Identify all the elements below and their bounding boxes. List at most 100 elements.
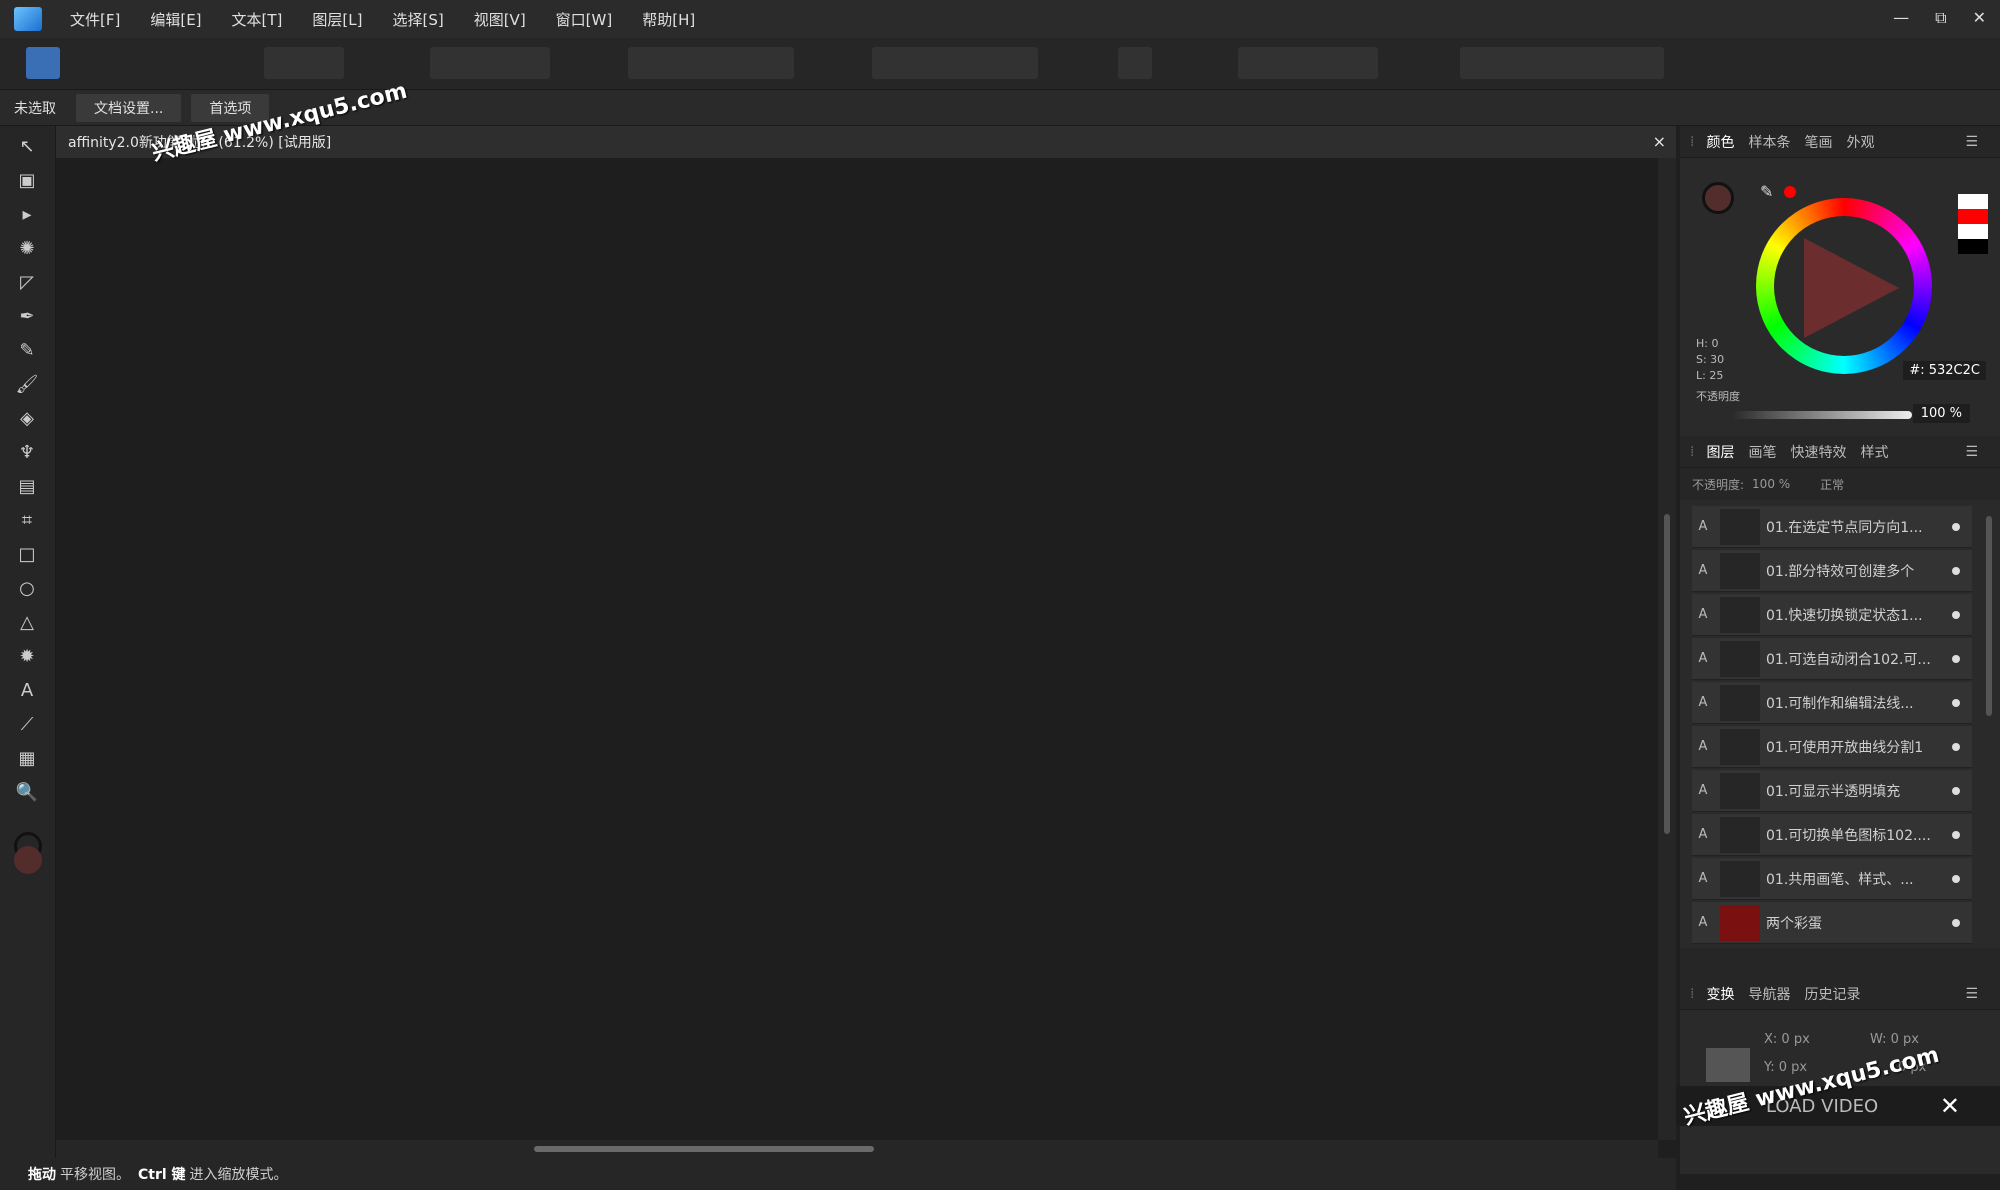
- menu-help[interactable]: 帮助[H]: [642, 9, 695, 30]
- brush-tool-icon[interactable]: 🖌: [14, 372, 40, 396]
- node-tool-icon[interactable]: ▸: [14, 202, 40, 226]
- color-wheel[interactable]: [1756, 198, 1932, 374]
- text-tool-icon[interactable]: A: [14, 678, 40, 702]
- x-field[interactable]: X: 0 px: [1764, 1032, 1810, 1047]
- tab-history[interactable]: 历史记录: [1804, 984, 1860, 1004]
- layer-row[interactable]: A 01.可制作和编辑法线...: [1692, 682, 1972, 724]
- layer-row[interactable]: A 01.快速切换锁定状态1...: [1692, 594, 1972, 636]
- fill-tool-icon[interactable]: ◈: [14, 406, 40, 430]
- toolbar-group-4[interactable]: [872, 47, 1038, 79]
- tab-transform[interactable]: 变换: [1706, 984, 1734, 1004]
- layer-row[interactable]: A 01.可使用开放曲线分割1: [1692, 726, 1972, 768]
- close-video-icon[interactable]: ✕: [1940, 1092, 1960, 1120]
- table-tool-icon[interactable]: ▦: [14, 746, 40, 770]
- toolbar-group-1[interactable]: [264, 47, 344, 79]
- eyedropper-icon[interactable]: ✎: [1760, 182, 1773, 201]
- corner-tool-icon[interactable]: ◸: [14, 270, 40, 294]
- minimize-button[interactable]: —: [1893, 8, 1909, 28]
- tab-appearance[interactable]: 外观: [1846, 132, 1874, 152]
- panel-menu-icon[interactable]: ☰: [1965, 444, 1978, 460]
- visibility-toggle[interactable]: [1952, 786, 1960, 795]
- vertical-scroll-thumb[interactable]: [1664, 514, 1670, 834]
- knife-tool-icon[interactable]: ⟋: [14, 712, 40, 736]
- account-icon[interactable]: [1950, 47, 1984, 79]
- visibility-toggle[interactable]: [1952, 698, 1960, 707]
- triangle-tool-icon[interactable]: △: [14, 610, 40, 634]
- menu-text[interactable]: 文本[T]: [232, 9, 283, 30]
- panel-grip-icon[interactable]: ⁞: [1690, 444, 1694, 460]
- blend-mode-select[interactable]: 正常: [1820, 476, 1844, 493]
- tab-layers[interactable]: 图层: [1706, 442, 1734, 462]
- quick-swatches[interactable]: [1958, 194, 1988, 254]
- visibility-toggle[interactable]: [1952, 566, 1960, 575]
- menu-window[interactable]: 窗口[W]: [556, 9, 613, 30]
- visibility-toggle[interactable]: [1952, 830, 1960, 839]
- tab-swatches[interactable]: 样本条: [1748, 132, 1790, 152]
- pixel-persona-icon[interactable]: [82, 47, 116, 79]
- pen-tool-icon[interactable]: ✒: [14, 304, 40, 328]
- move-tool-icon[interactable]: ↖: [14, 134, 40, 158]
- snapping-group[interactable]: [1238, 47, 1378, 79]
- visibility-toggle[interactable]: [1952, 874, 1960, 883]
- menu-select[interactable]: 选择[S]: [392, 9, 443, 30]
- panel-menu-icon[interactable]: ☰: [1965, 986, 1978, 1002]
- tab-quick-fx[interactable]: 快速特效: [1790, 442, 1846, 462]
- recent-color-dot[interactable]: [1784, 186, 1796, 198]
- opacity-input[interactable]: 100 %: [1912, 404, 1970, 423]
- menu-edit[interactable]: 编辑[E]: [150, 9, 201, 30]
- menu-layer[interactable]: 图层[L]: [312, 9, 362, 30]
- crop-tool-icon[interactable]: ⌗: [14, 508, 40, 532]
- boolean-ops-group[interactable]: [1744, 47, 1868, 79]
- panel-grip-icon[interactable]: ⁞: [1690, 134, 1694, 150]
- artboard-tool-icon[interactable]: ▣: [14, 168, 40, 192]
- visibility-toggle[interactable]: [1952, 918, 1960, 927]
- layer-row[interactable]: A 01.共用画笔、样式、...: [1692, 858, 1972, 900]
- close-document-icon[interactable]: ×: [1653, 132, 1666, 151]
- layer-opacity-value[interactable]: 100 %: [1752, 477, 1790, 491]
- layer-row[interactable]: A 01.可切换单色图标102....: [1692, 814, 1972, 856]
- layer-row[interactable]: A 01.部分特效可创建多个: [1692, 550, 1972, 592]
- tab-brushes[interactable]: 画笔: [1748, 442, 1776, 462]
- ellipse-tool-icon[interactable]: ○: [14, 576, 40, 600]
- toolbar-group-5[interactable]: [1460, 47, 1664, 79]
- toolbar-group-2[interactable]: [430, 47, 550, 79]
- horizontal-scrollbar[interactable]: [56, 1140, 1658, 1158]
- designer-persona-icon[interactable]: [26, 47, 60, 79]
- color-triangle[interactable]: [1804, 238, 1899, 338]
- anchor-selector-icon[interactable]: [1706, 1048, 1750, 1082]
- tab-styles[interactable]: 样式: [1860, 442, 1888, 462]
- menu-view[interactable]: 视图[V]: [474, 9, 526, 30]
- layers-scroll-thumb[interactable]: [1986, 516, 1992, 716]
- tab-stroke[interactable]: 笔画: [1804, 132, 1832, 152]
- menu-file[interactable]: 文件[F]: [70, 9, 120, 30]
- document-settings-button[interactable]: 文档设置...: [76, 93, 182, 122]
- place-image-tool-icon[interactable]: ▤: [14, 474, 40, 498]
- visibility-toggle[interactable]: [1952, 654, 1960, 663]
- layer-row[interactable]: A 01.在选定节点同方向1...: [1692, 506, 1972, 548]
- pencil-tool-icon[interactable]: ✎: [14, 338, 40, 362]
- tab-color[interactable]: 颜色: [1706, 132, 1734, 152]
- hex-input[interactable]: #: 532C2C: [1903, 361, 1986, 380]
- zoom-tool-icon[interactable]: 🔍: [14, 780, 40, 804]
- tab-navigator[interactable]: 导航器: [1748, 984, 1790, 1004]
- toolbar-button[interactable]: [1118, 47, 1152, 79]
- horizontal-scroll-thumb[interactable]: [534, 1146, 874, 1152]
- opacity-slider[interactable]: [1732, 411, 1912, 419]
- point-transform-tool-icon[interactable]: ✺: [14, 236, 40, 260]
- panel-grip-icon[interactable]: ⁞: [1690, 986, 1694, 1002]
- shape-tool-icon[interactable]: ✹: [14, 644, 40, 668]
- vertical-scrollbar[interactable]: [1658, 158, 1676, 1140]
- close-window-button[interactable]: ✕: [1973, 8, 1986, 28]
- transparency-tool-icon[interactable]: ♆: [14, 440, 40, 464]
- restore-button[interactable]: ⧉: [1935, 8, 1946, 28]
- layer-row[interactable]: A 01.可显示半透明填充: [1692, 770, 1972, 812]
- fill-color-swatch[interactable]: [14, 846, 42, 874]
- current-color-swatch[interactable]: [1702, 182, 1734, 214]
- visibility-toggle[interactable]: [1952, 522, 1960, 531]
- rectangle-tool-icon[interactable]: □: [14, 542, 40, 566]
- layer-row[interactable]: A 01.可选自动闭合102.可...: [1692, 638, 1972, 680]
- panel-menu-icon[interactable]: ☰: [1965, 134, 1978, 150]
- visibility-toggle[interactable]: [1952, 610, 1960, 619]
- toolbar-group-3[interactable]: [628, 47, 794, 79]
- affinity-logo-icon[interactable]: [14, 7, 42, 31]
